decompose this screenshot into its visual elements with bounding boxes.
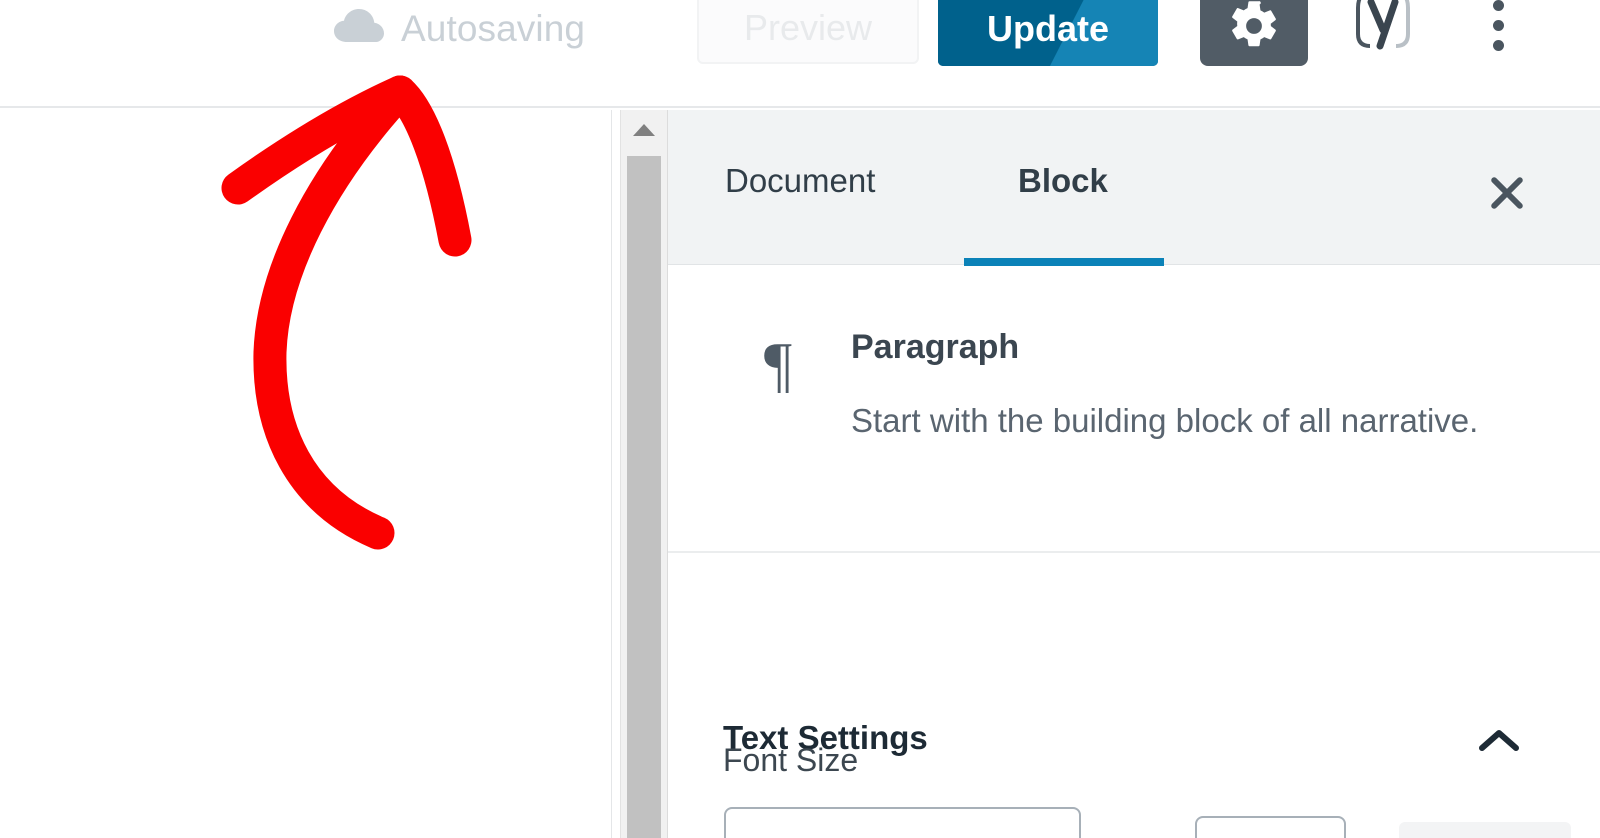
editor-screen: Autosaving Preview Update Document Block… bbox=[0, 0, 1600, 838]
preview-button[interactable]: Preview bbox=[697, 0, 919, 64]
editor-canvas[interactable] bbox=[0, 110, 612, 838]
update-button[interactable]: Update bbox=[938, 0, 1158, 66]
paragraph-pilcrow-icon: ¶ bbox=[763, 331, 793, 399]
settings-gear-button[interactable] bbox=[1200, 0, 1308, 66]
editor-header-toolbar: Autosaving Preview Update bbox=[0, 0, 1600, 108]
more-vertical-icon bbox=[1492, 0, 1504, 11]
close-icon bbox=[1485, 171, 1529, 218]
scrollbar-thumb[interactable] bbox=[627, 156, 661, 838]
page-scrollbar[interactable] bbox=[620, 110, 668, 838]
block-info-card: ¶ Paragraph Start with the building bloc… bbox=[668, 266, 1600, 553]
tab-document[interactable]: Document bbox=[725, 162, 875, 200]
font-size-select[interactable] bbox=[724, 807, 1081, 838]
font-size-number-input[interactable] bbox=[1195, 816, 1346, 838]
tab-active-indicator bbox=[964, 258, 1164, 266]
yoast-seo-button[interactable] bbox=[1345, 0, 1421, 60]
more-options-button[interactable] bbox=[1473, 0, 1523, 66]
block-description: Start with the building block of all nar… bbox=[851, 402, 1479, 439]
block-title: Paragraph bbox=[851, 328, 1020, 366]
font-size-label: Font Size bbox=[723, 742, 859, 778]
update-button-label: Update bbox=[986, 7, 1109, 49]
more-vertical-icon bbox=[1492, 19, 1504, 31]
chevron-up-icon bbox=[1470, 721, 1528, 761]
font-size-reset-button[interactable] bbox=[1399, 822, 1571, 838]
close-sidebar-button[interactable] bbox=[1476, 163, 1538, 225]
gear-icon bbox=[1227, 0, 1281, 56]
scroll-up-arrow-icon bbox=[631, 122, 657, 143]
text-settings-panel-toggle[interactable]: Text Settings bbox=[668, 553, 1600, 756]
yoast-seo-icon bbox=[1352, 0, 1414, 57]
settings-sidebar: Document Block ¶ Paragraph Start with th… bbox=[668, 110, 1600, 838]
tab-block[interactable]: Block bbox=[1018, 162, 1108, 200]
more-vertical-icon bbox=[1492, 39, 1504, 51]
autosave-label: Autosaving bbox=[401, 7, 586, 49]
cloud-icon bbox=[333, 8, 385, 48]
scroll-up-button[interactable] bbox=[621, 110, 667, 154]
autosave-status: Autosaving bbox=[333, 0, 585, 56]
sidebar-tabbar: Document Block bbox=[668, 110, 1600, 266]
